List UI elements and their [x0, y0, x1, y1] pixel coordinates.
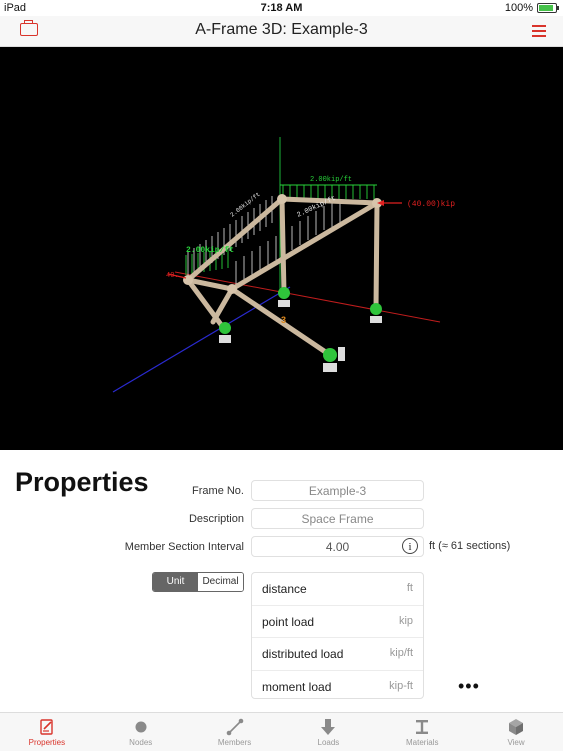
frame-no-label: Frame No. [192, 485, 244, 497]
unit-name: distributed load [262, 647, 344, 661]
info-icon[interactable]: i [402, 538, 418, 554]
tab-label: Nodes [129, 738, 153, 747]
top-load-label: 2.00kip/ft [310, 176, 352, 184]
description-field[interactable]: Space Frame [251, 508, 424, 529]
tab-label: Members [217, 738, 252, 747]
unit-name: distance [262, 582, 307, 596]
tab-label: Materials [406, 738, 439, 747]
format-toggle[interactable]: Unit Decimal [152, 572, 244, 592]
frame-no-field[interactable]: Example-3 [251, 480, 424, 501]
unit-name: point load [262, 614, 315, 629]
tab-properties[interactable]: Properties [0, 713, 94, 751]
tab-view[interactable]: View [469, 713, 563, 751]
more-options-button[interactable]: ••• [458, 676, 480, 697]
tab-label: View [507, 738, 525, 747]
tab-loads[interactable]: Loads [281, 713, 375, 751]
cube-icon [509, 719, 524, 735]
tab-nodes[interactable]: Nodes [94, 713, 188, 751]
battery-icon [537, 3, 559, 13]
interval-label: Member Section Interval [124, 541, 244, 553]
down-arrow-icon [321, 719, 336, 735]
frame-members[interactable] [185, 196, 380, 358]
tab-label: Loads [317, 738, 340, 747]
properties-heading: Properties [15, 467, 149, 497]
unit-value: kip-ft [389, 679, 413, 692]
member-number-label: 3 [281, 315, 286, 325]
frame-3d-model[interactable]: 2.00kip/ft 2.00kip/ft 2.00kip/ft 2.00kip… [0, 47, 563, 450]
status-right: 100% [504, 2, 559, 14]
unit-value: ft [406, 582, 413, 594]
distributed-load-arrows-middle [235, 203, 341, 285]
interval-field[interactable]: 4.00 [251, 536, 424, 557]
page-title: A-Frame 3D: Example-3 [195, 21, 368, 38]
tab-label: Properties [28, 738, 66, 747]
tab-members[interactable]: Members [188, 713, 282, 751]
unit-option[interactable]: Unit [153, 573, 198, 591]
navigation-bar: A-Frame 3D: Example-3 [0, 16, 563, 47]
tab-bar: Properties Nodes Members Loads Materials [0, 712, 563, 751]
interval-note: ft (≈ 61 sections) [429, 540, 511, 552]
edit-document-icon [40, 719, 53, 735]
unit-name: moment load [262, 679, 332, 694]
supports[interactable] [219, 287, 382, 372]
dot-icon [135, 721, 147, 733]
member-line-icon [226, 718, 243, 736]
clock: 7:18 AM [260, 2, 303, 14]
unit-row-point-load[interactable]: point load kip [252, 606, 423, 638]
hamburger-menu-icon[interactable] [532, 25, 546, 37]
tab-materials[interactable]: Materials [375, 713, 469, 751]
frame-3d-viewport[interactable]: 2.00kip/ft 2.00kip/ft 2.00kip/ft 2.00kip… [0, 47, 563, 450]
left-load-label: 2.00kip/ft [229, 191, 262, 219]
unit-value: kip/ft [389, 647, 413, 659]
i-beam-icon [416, 720, 429, 734]
left-member-load-label: 2.00kip/ft [186, 246, 234, 255]
unit-row-distributed-load[interactable]: distributed load kip/ft [252, 638, 423, 671]
point-load-label: (40.00)kip [407, 200, 455, 209]
description-label: Description [188, 513, 244, 525]
battery-percent: 100% [504, 2, 533, 14]
unit-value: kip [398, 614, 413, 627]
status-bar: iPad 7:18 AM 100% [0, 0, 563, 16]
unit-list: distance ft point load kip distributed l… [251, 572, 424, 699]
unit-row-distance[interactable]: distance ft [252, 573, 423, 606]
decimal-option[interactable]: Decimal [198, 573, 243, 591]
unit-row-moment-load[interactable]: moment load kip-ft [252, 671, 423, 703]
z-axis [112, 286, 291, 393]
left-point-load-label: 40. [166, 272, 179, 280]
